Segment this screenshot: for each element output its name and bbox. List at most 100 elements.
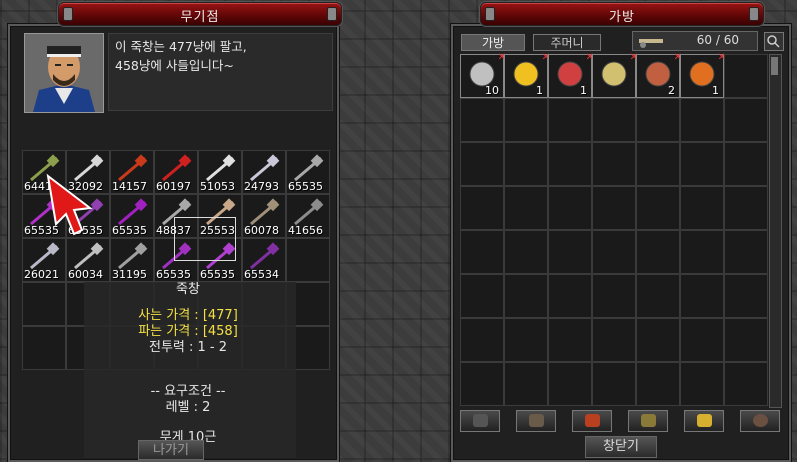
bag-slot[interactable] [724, 230, 768, 274]
bag-slot[interactable] [680, 98, 724, 142]
bag-slot[interactable] [636, 362, 680, 406]
tab-pouch[interactable]: 주머니 [533, 34, 601, 51]
bag-slot[interactable] [592, 318, 636, 362]
shop-item-redsword[interactable]: 60197 [154, 150, 198, 194]
weapon-doubleaxe-icon [30, 242, 60, 270]
bag-tools-button[interactable] [684, 410, 724, 432]
tab-bag[interactable]: 가방 [461, 34, 525, 51]
bag-slot[interactable] [592, 186, 636, 230]
bag-slot[interactable] [548, 186, 592, 230]
bag-slot[interactable] [548, 230, 592, 274]
shop-item-purplesword[interactable]: 65535 [110, 194, 154, 238]
scrollbar-thumb[interactable] [771, 57, 778, 75]
bag-slot[interactable] [680, 230, 724, 274]
bag-slot[interactable] [724, 318, 768, 362]
bag-slot[interactable] [724, 98, 768, 142]
bag-slot[interactable] [460, 98, 504, 142]
bag-slot[interactable] [460, 362, 504, 406]
bag-slot[interactable] [504, 98, 548, 142]
bag-slot[interactable] [548, 142, 592, 186]
item-number: 26021 [24, 268, 59, 281]
bag-slot[interactable] [548, 98, 592, 142]
bag-fire-orb-item[interactable]: ✕ 1 [680, 52, 726, 98]
weapon-scythe-icon [118, 242, 148, 270]
bag-slot[interactable] [460, 274, 504, 318]
requirement-header: -- 요구조건 -- [150, 384, 226, 399]
shop-slot[interactable] [22, 282, 66, 326]
bag-slot[interactable] [680, 274, 724, 318]
shop-item-firespear[interactable]: 14157 [110, 150, 154, 194]
combat-power: 전투력 : 1 - 2 [148, 340, 228, 355]
bag-slot[interactable] [724, 54, 768, 98]
bag-slot[interactable] [504, 142, 548, 186]
shop-item-axe[interactable]: 65535 [286, 150, 330, 194]
bag-slot[interactable] [724, 142, 768, 186]
bag-slot[interactable] [504, 318, 548, 362]
close-window-button[interactable]: 창닫기 [585, 436, 657, 458]
bag-slot[interactable] [592, 362, 636, 406]
bag-slot[interactable] [592, 142, 636, 186]
bag-slot[interactable] [636, 230, 680, 274]
bag-sort-button[interactable] [460, 410, 500, 432]
bag-slot[interactable] [592, 274, 636, 318]
item-number: 24793 [244, 180, 279, 193]
weapon-sword-icon [206, 154, 236, 182]
shop-item-handaxe[interactable]: 60034 [66, 238, 110, 282]
pouch-icon [585, 414, 600, 427]
bag-slot[interactable] [636, 186, 680, 230]
bag-slot[interactable] [680, 318, 724, 362]
bag-misc-button[interactable] [740, 410, 780, 432]
bag-pendant-item[interactable]: ✕ [592, 52, 638, 98]
search-button[interactable] [764, 32, 784, 51]
titlebar-cap-right [749, 7, 759, 21]
bag-coin-item[interactable]: ✕ 10 [460, 52, 506, 98]
shop-item-waraxe[interactable]: 41656 [286, 194, 330, 238]
bag-slot[interactable] [680, 362, 724, 406]
bag-box-button[interactable] [628, 410, 668, 432]
bag-slot[interactable] [504, 362, 548, 406]
armor-icon [529, 414, 544, 427]
bag-slot[interactable] [680, 142, 724, 186]
bag-slot[interactable] [460, 230, 504, 274]
bag-slot[interactable] [680, 186, 724, 230]
bag-slot[interactable] [504, 186, 548, 230]
capacity-box: 60 / 60 [632, 31, 758, 51]
bag-scroll-item[interactable]: ✕ 1 [504, 52, 550, 98]
bag-orb-item[interactable]: ✕ 1 [548, 52, 594, 98]
shop-item-sword[interactable]: 51053 [198, 150, 242, 194]
bag-slot[interactable] [636, 318, 680, 362]
bag-armor-button[interactable] [516, 410, 556, 432]
bag-slot[interactable] [548, 318, 592, 362]
bag-slot[interactable] [460, 142, 504, 186]
bag-slot[interactable] [460, 186, 504, 230]
crossed-tools-icon [697, 414, 712, 427]
bag-slot[interactable] [636, 98, 680, 142]
bag-slot[interactable] [592, 230, 636, 274]
bag-slot[interactable] [504, 274, 548, 318]
item-quantity: 1 [712, 84, 719, 97]
shop-slot[interactable] [286, 238, 330, 282]
bag-slot[interactable] [548, 362, 592, 406]
shop-title: 무기점 [180, 10, 220, 25]
bag-slot[interactable] [724, 274, 768, 318]
required-level: 레벨 : 2 [165, 400, 211, 415]
bag-slot[interactable] [724, 362, 768, 406]
shop-item-scythe[interactable]: 31195 [110, 238, 154, 282]
shop-item-purplehook[interactable]: 65534 [242, 238, 286, 282]
shop-item-doubleaxe[interactable]: 26021 [22, 238, 66, 282]
bag-meat-item[interactable]: ✕ 2 [636, 52, 682, 98]
bag-slot[interactable] [548, 274, 592, 318]
item-number: 65535 [288, 180, 323, 193]
shop-item-lightsword[interactable]: 24793 [242, 150, 286, 194]
bag-slot[interactable] [592, 98, 636, 142]
shop-slot[interactable] [22, 326, 66, 370]
exit-button[interactable]: 나가기 [138, 440, 204, 460]
bag-slot[interactable] [724, 186, 768, 230]
shop-item-battleaxe[interactable]: 60078 [242, 194, 286, 238]
bag-scrollbar[interactable] [769, 54, 782, 408]
bag-pouch-button[interactable] [572, 410, 612, 432]
bag-slot[interactable] [504, 230, 548, 274]
bag-slot[interactable] [636, 142, 680, 186]
bag-slot[interactable] [460, 318, 504, 362]
bag-slot[interactable] [636, 274, 680, 318]
